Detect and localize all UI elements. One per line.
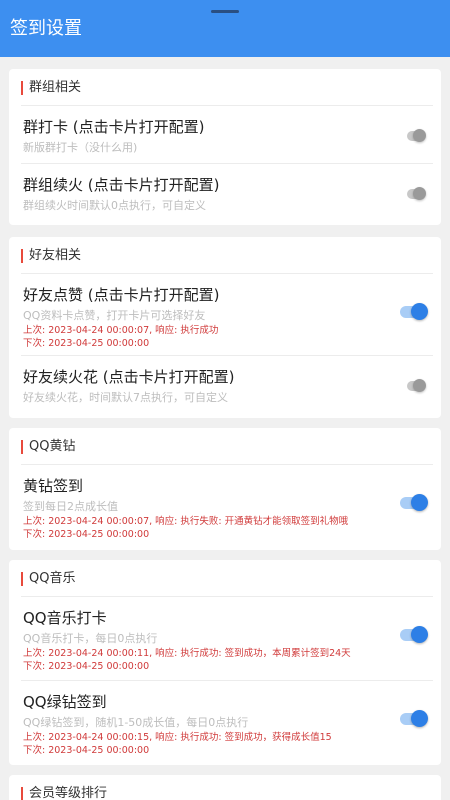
- toggle-switch[interactable]: [400, 708, 428, 728]
- next-run-time: 下次: 2023-04-25 00:00:00: [23, 661, 150, 672]
- section-header: QQ黄钻: [9, 428, 441, 465]
- toggle-switch[interactable]: [405, 375, 433, 395]
- setting-card-friend-spark[interactable]: 好友续火花 (点击卡片打开配置) 好友续火花，时间默认7点执行，可自定义: [9, 357, 441, 416]
- toggle-switch[interactable]: [405, 125, 433, 145]
- section-header: 群组相关: [9, 69, 441, 106]
- setting-description: QQ音乐打卡，每日0点执行: [23, 632, 158, 645]
- section-accent-bar: [21, 787, 23, 800]
- setting-description: 新版群打卡（没什么用): [23, 141, 138, 154]
- setting-description: 好友续火花，时间默认7点执行，可自定义: [23, 391, 228, 404]
- page-title: 签到设置: [10, 18, 82, 39]
- setting-card-yellow-diamond-checkin[interactable]: 黄钻签到 签到每日2点成长值 上次: 2023-04-24 00:00:07, …: [9, 466, 441, 548]
- setting-card-music-checkin[interactable]: QQ音乐打卡 QQ音乐打卡，每日0点执行 上次: 2023-04-24 00:0…: [9, 598, 441, 681]
- section-title: 好友相关: [29, 248, 82, 263]
- toggle-switch[interactable]: [400, 301, 428, 321]
- section-vip-ranking: 会员等级排行: [9, 775, 441, 800]
- setting-description: QQ绿钻签到，随机1-50成长值，每日0点执行: [23, 716, 249, 729]
- section-accent-bar: [21, 440, 23, 454]
- section-header: 好友相关: [9, 237, 441, 274]
- setting-title: QQ音乐打卡: [23, 609, 107, 627]
- switch-knob: [411, 303, 428, 320]
- next-run-time: 下次: 2023-04-25 00:00:00: [23, 745, 150, 756]
- switch-knob: [411, 626, 428, 643]
- last-run-status: 上次: 2023-04-24 00:00:15, 响应: 执行成功: 签到成功，…: [23, 732, 332, 743]
- switch-knob: [413, 187, 426, 200]
- section-title: QQ黄钻: [29, 439, 76, 454]
- divider: [21, 355, 433, 356]
- section-title: 会员等级排行: [29, 786, 108, 800]
- section-title: QQ音乐: [29, 571, 76, 586]
- toggle-switch[interactable]: [400, 624, 428, 644]
- toggle-switch[interactable]: [405, 183, 433, 203]
- section-header: 会员等级排行: [9, 775, 441, 800]
- divider: [21, 273, 433, 274]
- divider: [21, 596, 433, 597]
- section-yellow-diamond: QQ黄钻 黄钻签到 签到每日2点成长值 上次: 2023-04-24 00:00…: [9, 428, 441, 550]
- setting-card-friend-like[interactable]: 好友点赞 (点击卡片打开配置) QQ资料卡点赞，打开卡片可选择好友 上次: 20…: [9, 275, 441, 356]
- divider: [21, 105, 433, 106]
- setting-description: 群组续火时间默认0点执行，可自定义: [23, 199, 206, 212]
- section-group: 群组相关 群打卡 (点击卡片打开配置) 新版群打卡（没什么用) 群组续火 (点击…: [9, 69, 441, 225]
- section-accent-bar: [21, 81, 23, 95]
- switch-knob: [413, 129, 426, 142]
- setting-card-group-checkin[interactable]: 群打卡 (点击卡片打开配置) 新版群打卡（没什么用): [9, 107, 441, 164]
- section-header: QQ音乐: [9, 560, 441, 597]
- last-run-status: 上次: 2023-04-24 00:00:07, 响应: 执行成功: [23, 325, 219, 336]
- next-run-time: 下次: 2023-04-25 00:00:00: [23, 338, 150, 349]
- setting-description: QQ资料卡点赞，打开卡片可选择好友: [23, 309, 206, 322]
- setting-description: 签到每日2点成长值: [23, 500, 118, 513]
- divider: [21, 680, 433, 681]
- section-accent-bar: [21, 572, 23, 586]
- divider: [21, 464, 433, 465]
- switch-knob: [411, 710, 428, 727]
- section-friends: 好友相关 好友点赞 (点击卡片打开配置) QQ资料卡点赞，打开卡片可选择好友 上…: [9, 237, 441, 418]
- setting-title: 群组续火 (点击卡片打开配置): [23, 176, 220, 194]
- setting-title: 群打卡 (点击卡片打开配置): [23, 118, 205, 136]
- setting-card-group-streak[interactable]: 群组续火 (点击卡片打开配置) 群组续火时间默认0点执行，可自定义: [9, 165, 441, 223]
- switch-knob: [413, 379, 426, 392]
- last-run-status: 上次: 2023-04-24 00:00:11, 响应: 执行成功: 签到成功，…: [23, 648, 351, 659]
- app-bar: 签到设置: [0, 0, 450, 57]
- toggle-switch[interactable]: [400, 492, 428, 512]
- setting-title: 好友点赞 (点击卡片打开配置): [23, 286, 220, 304]
- last-run-status: 上次: 2023-04-24 00:00:07, 响应: 执行失败: 开通黄钻才…: [23, 516, 349, 527]
- settings-list[interactable]: 群组相关 群打卡 (点击卡片打开配置) 新版群打卡（没什么用) 群组续火 (点击…: [0, 57, 450, 800]
- drag-handle[interactable]: [211, 10, 239, 13]
- section-title: 群组相关: [29, 80, 82, 95]
- setting-title: 好友续火花 (点击卡片打开配置): [23, 368, 235, 386]
- switch-knob: [411, 494, 428, 511]
- setting-card-green-diamond-checkin[interactable]: QQ绿钻签到 QQ绿钻签到，随机1-50成长值，每日0点执行 上次: 2023-…: [9, 682, 441, 764]
- divider: [21, 163, 433, 164]
- section-qq-music: QQ音乐 QQ音乐打卡 QQ音乐打卡，每日0点执行 上次: 2023-04-24…: [9, 560, 441, 765]
- setting-title: QQ绿钻签到: [23, 693, 107, 711]
- setting-title: 黄钻签到: [23, 477, 84, 495]
- section-accent-bar: [21, 249, 23, 263]
- next-run-time: 下次: 2023-04-25 00:00:00: [23, 529, 150, 540]
